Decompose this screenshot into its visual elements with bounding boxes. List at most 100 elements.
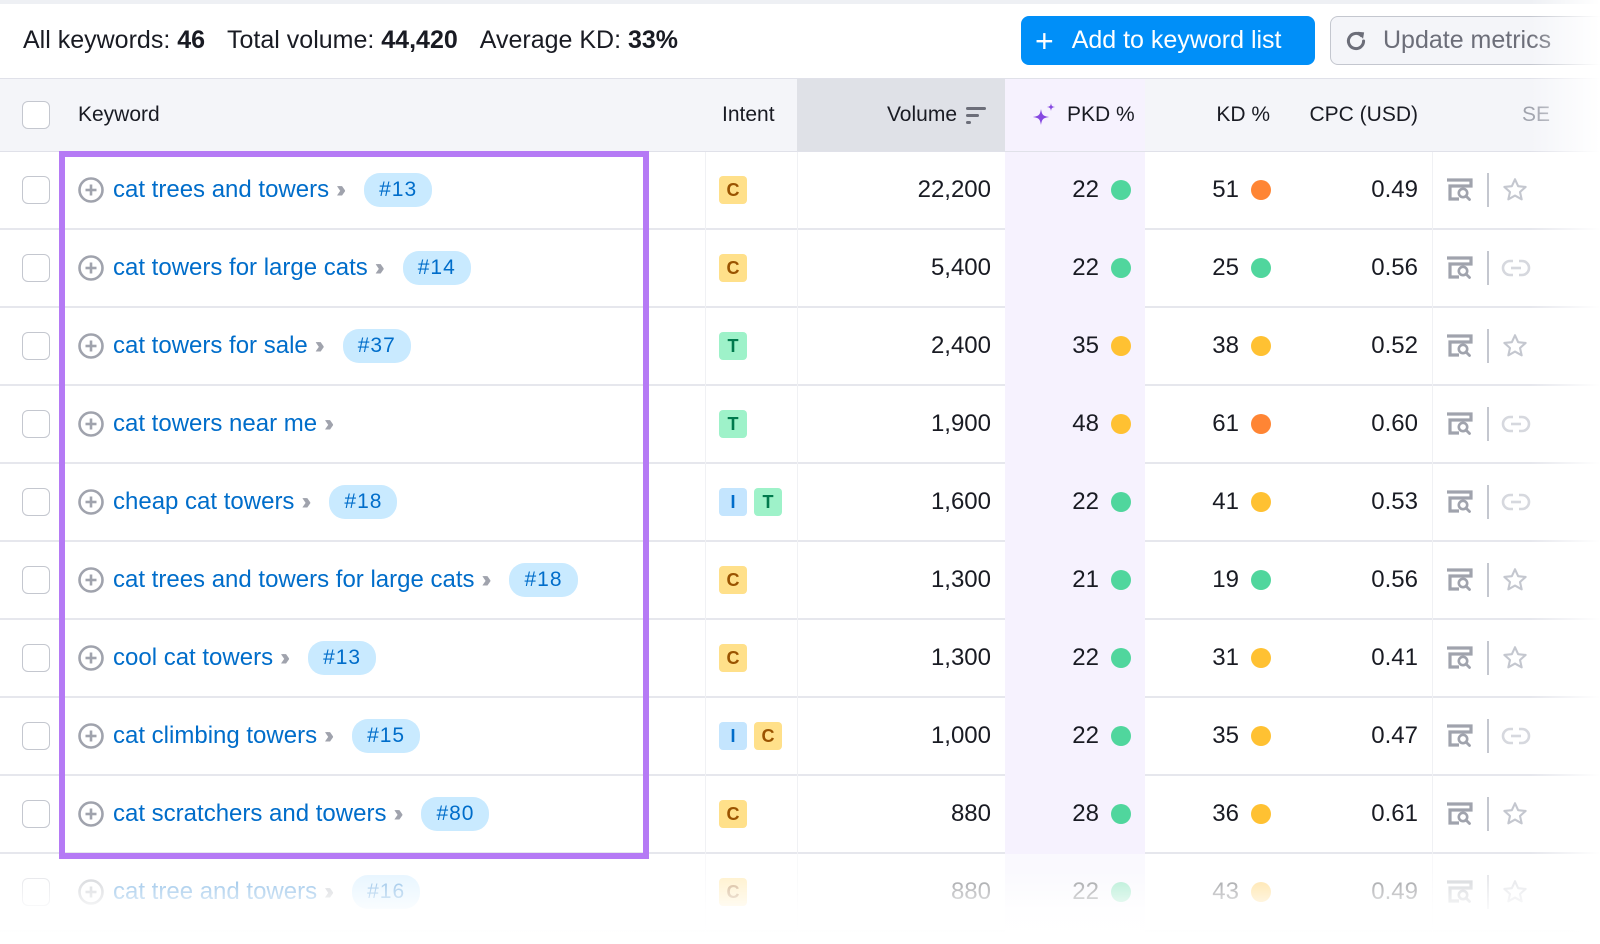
add-keyword-icon[interactable]: [78, 879, 104, 905]
header-keyword[interactable]: Keyword: [78, 79, 160, 151]
all-keywords-label: All keywords:: [23, 25, 171, 54]
position-badge[interactable]: #14: [402, 251, 471, 285]
pkd-difficulty-dot: [1111, 726, 1131, 746]
add-keyword-icon[interactable]: [78, 645, 104, 671]
pkd-difficulty-dot: [1111, 180, 1131, 200]
row-checkbox[interactable]: [22, 410, 50, 438]
row-select-cell: [22, 620, 50, 696]
link-icon[interactable]: [1501, 491, 1531, 513]
position-badge[interactable]: #18: [509, 563, 578, 597]
cpc-cell: 0.52: [1290, 308, 1418, 384]
keyword-link[interactable]: cat trees and towers for large cats: [113, 566, 475, 594]
row-select-cell: [22, 152, 50, 228]
chevron-double-right-icon[interactable]: ››: [336, 176, 346, 204]
serp-preview-icon[interactable]: [1445, 412, 1473, 436]
link-icon[interactable]: [1501, 257, 1531, 279]
star-icon[interactable]: [1501, 878, 1529, 906]
position-badge[interactable]: #18: [329, 485, 398, 519]
keyword-link[interactable]: cool cat towers: [113, 644, 273, 672]
chevron-double-right-icon[interactable]: ››: [324, 722, 334, 750]
kd-difficulty-dot: [1251, 258, 1271, 278]
column-divider: [705, 464, 706, 542]
serp-preview-icon[interactable]: [1445, 724, 1473, 748]
serp-preview-icon[interactable]: [1445, 334, 1473, 358]
add-keyword-icon[interactable]: [78, 567, 104, 593]
chevron-double-right-icon[interactable]: ››: [375, 254, 385, 282]
row-select-cell: [22, 308, 50, 384]
row-checkbox[interactable]: [22, 488, 50, 516]
add-keyword-icon[interactable]: [78, 801, 104, 827]
chevron-double-right-icon[interactable]: ››: [280, 644, 290, 672]
star-icon[interactable]: [1501, 566, 1529, 594]
kd-difficulty-dot: [1251, 648, 1271, 668]
position-badge[interactable]: #13: [364, 173, 433, 207]
add-keyword-icon[interactable]: [78, 333, 104, 359]
keyword-link[interactable]: cat towers for sale: [113, 332, 308, 360]
row-checkbox[interactable]: [22, 644, 50, 672]
add-keyword-icon[interactable]: [78, 723, 104, 749]
header-volume[interactable]: Volume: [797, 79, 1005, 151]
row-checkbox[interactable]: [22, 800, 50, 828]
chevron-double-right-icon[interactable]: ››: [324, 878, 334, 906]
header-intent[interactable]: Intent: [722, 79, 775, 151]
row-checkbox[interactable]: [22, 254, 50, 282]
serp-preview-icon[interactable]: [1445, 256, 1473, 280]
actions-cell: [1445, 386, 1531, 462]
position-badge[interactable]: #37: [342, 329, 411, 363]
column-divider: [705, 854, 706, 932]
star-icon[interactable]: [1501, 800, 1529, 828]
position-badge[interactable]: #16: [352, 875, 421, 909]
position-badge[interactable]: #15: [352, 719, 421, 753]
link-icon[interactable]: [1501, 413, 1531, 435]
serp-preview-icon[interactable]: [1445, 802, 1473, 826]
row-checkbox[interactable]: [22, 176, 50, 204]
link-icon[interactable]: [1501, 725, 1531, 747]
keyword-link[interactable]: cat trees and towers: [113, 176, 329, 204]
keyword-link[interactable]: cheap cat towers: [113, 488, 294, 516]
chevron-double-right-icon[interactable]: ››: [324, 410, 334, 438]
star-icon[interactable]: [1501, 176, 1529, 204]
add-keyword-icon[interactable]: [78, 255, 104, 281]
intent-badge-c: C: [719, 644, 747, 672]
cpc-value: 0.56: [1371, 254, 1418, 281]
serp-preview-icon[interactable]: [1445, 568, 1473, 592]
serp-preview-icon[interactable]: [1445, 178, 1473, 202]
keyword-link[interactable]: cat climbing towers: [113, 722, 317, 750]
add-keyword-icon[interactable]: [78, 489, 104, 515]
keyword-link[interactable]: cat towers for large cats: [113, 254, 368, 282]
header-serp[interactable]: SE: [1522, 79, 1550, 151]
position-badge[interactable]: #13: [308, 641, 377, 675]
chevron-double-right-icon[interactable]: ››: [301, 488, 311, 516]
kd-value: 19: [1212, 566, 1239, 593]
header-pkd[interactable]: PKD %: [1005, 79, 1145, 151]
keyword-link[interactable]: cat towers near me: [113, 410, 317, 438]
add-keyword-icon[interactable]: [78, 411, 104, 437]
row-checkbox[interactable]: [22, 332, 50, 360]
row-select-cell: [22, 464, 50, 540]
star-icon[interactable]: [1501, 644, 1529, 672]
serp-preview-icon[interactable]: [1445, 880, 1473, 904]
intent-cell: C: [719, 776, 754, 852]
chevron-double-right-icon[interactable]: ››: [393, 800, 403, 828]
star-icon[interactable]: [1501, 332, 1529, 360]
action-separator: [1487, 251, 1489, 285]
header-cpc[interactable]: CPC (USD): [1290, 79, 1419, 151]
row-checkbox[interactable]: [22, 722, 50, 750]
chevron-double-right-icon[interactable]: ››: [315, 332, 325, 360]
row-checkbox[interactable]: [22, 878, 50, 906]
select-all-checkbox[interactable]: [22, 101, 50, 129]
kd-cell: 38: [1145, 308, 1271, 384]
add-to-keyword-list-button[interactable]: + Add to keyword list: [1021, 16, 1315, 65]
header-kd[interactable]: KD %: [1145, 79, 1270, 151]
keyword-link[interactable]: cat tree and towers: [113, 878, 317, 906]
position-badge[interactable]: #80: [421, 797, 490, 831]
sort-descending-icon[interactable]: [965, 105, 989, 125]
add-keyword-icon[interactable]: [78, 177, 104, 203]
serp-preview-icon[interactable]: [1445, 646, 1473, 670]
intent-cell: C: [719, 620, 754, 696]
row-checkbox[interactable]: [22, 566, 50, 594]
serp-preview-icon[interactable]: [1445, 490, 1473, 514]
update-metrics-button[interactable]: Update metrics: [1330, 16, 1600, 65]
chevron-double-right-icon[interactable]: ››: [482, 566, 492, 594]
keyword-link[interactable]: cat scratchers and towers: [113, 800, 386, 828]
